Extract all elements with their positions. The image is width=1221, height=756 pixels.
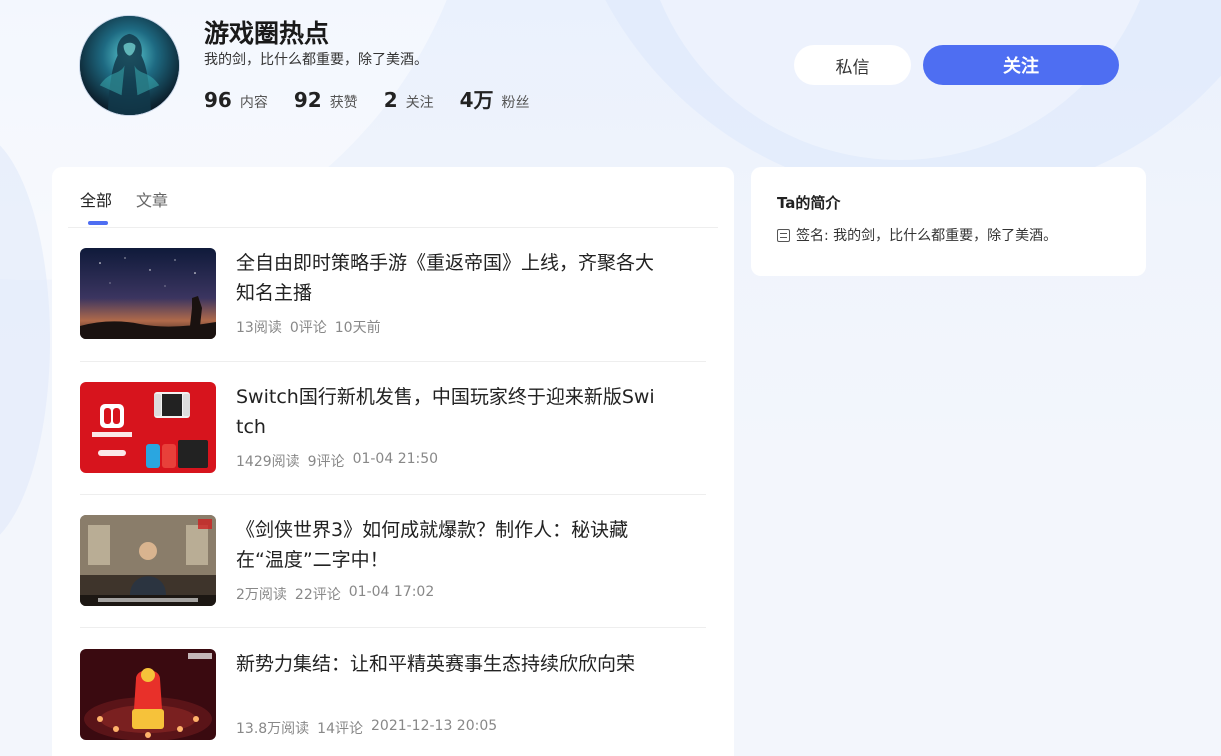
- avatar[interactable]: [79, 15, 180, 116]
- comment-count: 0评论: [289, 320, 327, 336]
- comment-count: 9评论: [307, 454, 345, 470]
- article-title[interactable]: 全自由即时策略手游《重返帝国》上线，齐聚各大知名主播: [236, 248, 656, 308]
- tab-divider: [68, 227, 718, 228]
- read-count: 2万阅读: [236, 587, 287, 603]
- interview-image: [80, 515, 216, 606]
- article-thumbnail[interactable]: [80, 515, 216, 606]
- content-tabs: 全部 文章: [80, 187, 168, 225]
- read-count: 13.8万阅读: [236, 721, 310, 737]
- comment-count: 14评论: [317, 721, 363, 737]
- document-icon: [777, 228, 790, 242]
- article-meta: 1429阅读 9评论 01-04 21:50: [236, 451, 438, 471]
- article-meta: 2万阅读 22评论 01-04 17:02: [236, 584, 434, 604]
- stat-label: 获赞: [329, 95, 358, 111]
- intro-title: Ta的简介: [777, 194, 841, 212]
- tab-articles[interactable]: 文章: [136, 187, 168, 211]
- switch-console-image: [80, 382, 216, 473]
- profile-stats: 96 内容 92 获赞 2 关注 4万 粉丝: [204, 84, 530, 113]
- article-meta: 13.8万阅读 14评论 2021-12-13 20:05: [236, 718, 497, 738]
- esports-stage-image: [80, 649, 216, 740]
- article-item[interactable]: 新势力集结：让和平精英赛事生态持续欣欣向荣 13.8万阅读 14评论 2021-…: [80, 628, 706, 756]
- stat-followers[interactable]: 4万 粉丝: [460, 84, 530, 113]
- stat-content[interactable]: 96 内容: [204, 88, 268, 112]
- profile-bio: 我的剑，比什么都重要，除了美酒。: [204, 52, 428, 68]
- stat-label: 内容: [239, 95, 268, 111]
- profile-name: 游戏圈热点: [204, 19, 330, 48]
- stat-number: 96: [204, 88, 232, 112]
- read-count: 13阅读: [236, 320, 282, 336]
- stat-number: 2: [383, 88, 398, 112]
- publish-time: 10天前: [334, 320, 381, 336]
- follow-button[interactable]: 关注: [923, 45, 1119, 85]
- intro-signature: 签名: 我的剑，比什么都重要，除了美酒。: [777, 225, 1057, 245]
- comment-count: 22评论: [294, 587, 341, 603]
- avatar-image: [80, 16, 179, 115]
- article-item[interactable]: Switch国行新机发售，中国玩家终于迎来新版Switch 1429阅读 9评论…: [80, 362, 706, 495]
- stat-label: 关注: [405, 95, 434, 111]
- article-thumbnail[interactable]: [80, 248, 216, 339]
- article-list: 全自由即时策略手游《重返帝国》上线，齐聚各大知名主播 13阅读 0评论 10天前: [80, 248, 706, 756]
- read-count: 1429阅读: [236, 454, 300, 470]
- starry-night-image: [80, 248, 216, 339]
- publish-time: 01-04 17:02: [348, 584, 435, 600]
- stat-likes: 92 获赞: [294, 88, 358, 112]
- article-item[interactable]: 《剑侠世界3》如何成就爆款？制作人：秘诀藏在“温度”二字中！ 2万阅读 22评论…: [80, 495, 706, 628]
- signature-text: 签名: 我的剑，比什么都重要，除了美酒。: [796, 228, 1058, 244]
- stat-number: 4万: [459, 88, 494, 112]
- profile-header: 游戏圈热点 我的剑，比什么都重要，除了美酒。 96 内容 92 获赞 2 关注 …: [0, 0, 1221, 150]
- publish-time: 01-04 21:50: [352, 451, 439, 467]
- intro-card: Ta的简介 签名: 我的剑，比什么都重要，除了美酒。: [751, 167, 1146, 276]
- stat-following[interactable]: 2 关注: [384, 88, 434, 112]
- article-meta: 13阅读 0评论 10天前: [236, 317, 381, 337]
- article-title[interactable]: 《剑侠世界3》如何成就爆款？制作人：秘诀藏在“温度”二字中！: [236, 515, 656, 575]
- publish-time: 2021-12-13 20:05: [371, 718, 498, 734]
- article-thumbnail[interactable]: [80, 649, 216, 740]
- stat-label: 粉丝: [501, 95, 530, 111]
- content-card: 全部 文章 全自由即时策略手游《重返帝国》上线，齐聚各大知名主播 13阅读 0评…: [52, 167, 734, 756]
- stat-number: 92: [293, 88, 322, 112]
- article-item[interactable]: 全自由即时策略手游《重返帝国》上线，齐聚各大知名主播 13阅读 0评论 10天前: [80, 248, 706, 362]
- article-title[interactable]: 新势力集结：让和平精英赛事生态持续欣欣向荣: [236, 649, 656, 679]
- article-thumbnail[interactable]: [80, 382, 216, 473]
- tab-all[interactable]: 全部: [80, 187, 112, 225]
- article-title[interactable]: Switch国行新机发售，中国玩家终于迎来新版Switch: [236, 382, 656, 442]
- message-button[interactable]: 私信: [794, 45, 911, 85]
